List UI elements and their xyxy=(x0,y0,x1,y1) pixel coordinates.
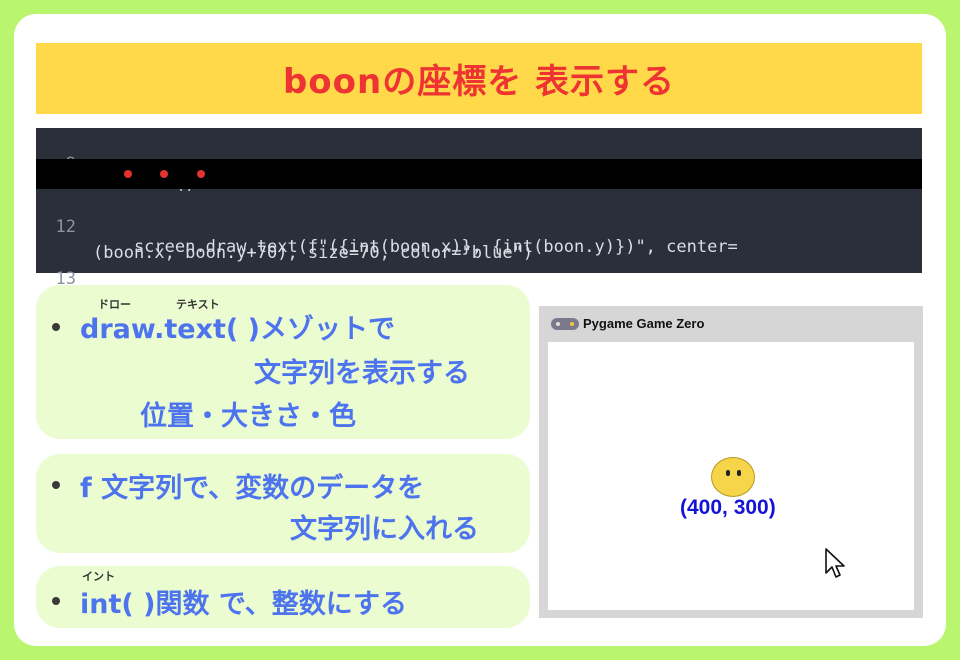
eye xyxy=(737,470,741,476)
bullet-text: 文字列を表示する xyxy=(254,358,470,389)
ellipsis-dot xyxy=(160,170,168,178)
code-editor: 9 def draw(): 12 screen.draw.text(f"({in… xyxy=(36,128,922,289)
gamepad-icon xyxy=(551,318,579,330)
page-title: boonの座標を 表示する xyxy=(282,62,676,102)
boon-face xyxy=(711,457,755,497)
bullet-text: f 文字列で、変数のデータを xyxy=(80,473,425,504)
ellipsis-dot xyxy=(197,170,205,178)
bullet-text: 文字列に入れる xyxy=(290,514,479,545)
game-canvas[interactable]: (400, 300) xyxy=(548,342,914,610)
bullet-dot xyxy=(52,481,60,489)
bullet-box-draw-text: ドロー テキスト draw.text( )メゾットで 文字列を表示する 位置・大… xyxy=(36,285,530,439)
eye xyxy=(726,470,730,476)
bullet-text: int( )関数 で、整数にする xyxy=(80,589,408,620)
code-text: (boon.x, boon.y+70), size=70, color="blu… xyxy=(93,243,534,263)
ellipsis-dot xyxy=(124,170,132,178)
bullet-dot xyxy=(52,597,60,605)
bullet-text: draw.text( )メゾットで xyxy=(80,314,395,345)
bullet-box-int: イント int( )関数 で、整数にする xyxy=(36,566,530,628)
omitted-lines-band xyxy=(36,159,922,189)
pygame-window: Pygame Game Zero (400, 300) xyxy=(539,306,923,618)
coordinate-label: (400, 300) xyxy=(680,496,776,519)
mouse-pointer-icon xyxy=(825,548,845,578)
window-title: Pygame Game Zero xyxy=(583,316,705,331)
title-banner: boonの座標を 表示する xyxy=(36,43,922,114)
bullet-text: 位置・大きさ・色 xyxy=(140,401,356,432)
bullet-dot xyxy=(52,323,60,331)
bullet-box-f-string: f 文字列で、変数のデータを 文字列に入れる xyxy=(36,454,530,553)
